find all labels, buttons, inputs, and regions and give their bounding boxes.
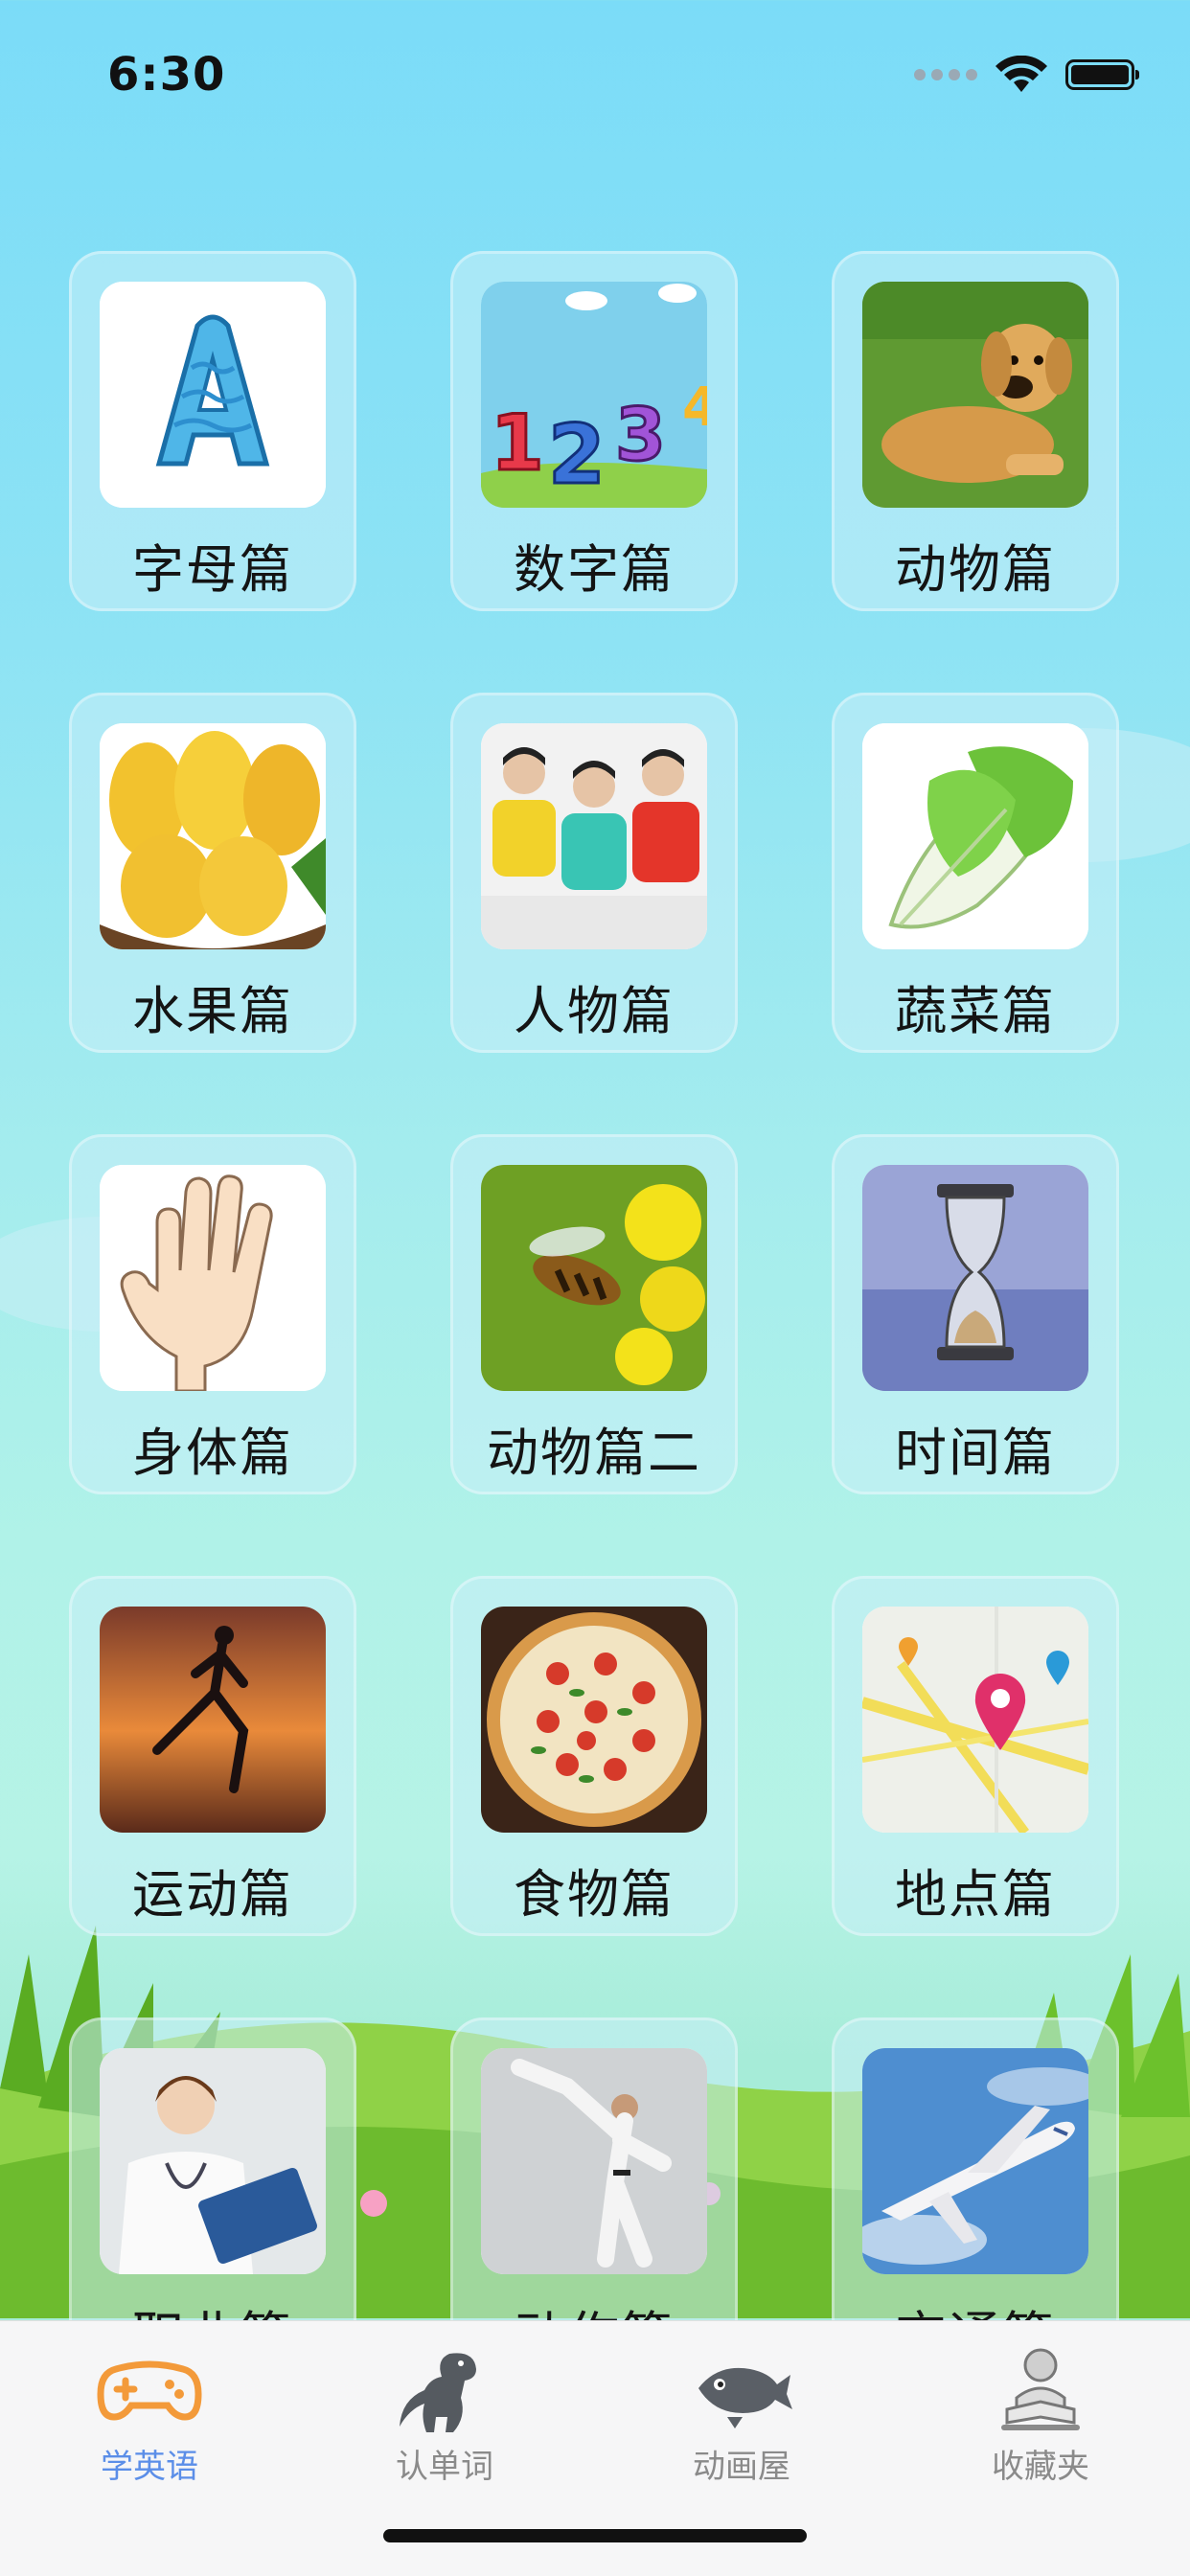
category-label: 运动篇 <box>132 1864 293 1925</box>
map-pin-icon <box>862 1607 1088 1833</box>
category-label: 水果篇 <box>132 981 293 1041</box>
category-label: 动物篇 <box>895 539 1056 600</box>
mango-icon <box>100 723 326 949</box>
bee-icon <box>481 1165 707 1391</box>
svg-text:4: 4 <box>682 376 707 439</box>
category-card-letters[interactable]: 字母篇 <box>69 251 356 611</box>
people-icon <box>481 723 707 949</box>
tab-favorites[interactable]: 收藏夹 <box>945 2340 1136 2487</box>
category-grid: 字母篇 1 2 3 4 数字篇 动物篇 水果篇 人物篇 蔬菜篇 身体篇 动物篇二… <box>69 251 1123 2378</box>
category-card-fruit[interactable]: 水果篇 <box>69 693 356 1053</box>
tab-label: 学英语 <box>101 2448 198 2486</box>
numbers-icon: 1 2 3 4 <box>481 282 707 508</box>
category-label: 身体篇 <box>132 1423 293 1483</box>
category-label: 蔬菜篇 <box>895 981 1056 1041</box>
svg-text:3: 3 <box>615 392 666 477</box>
category-card-numbers[interactable]: 1 2 3 4 数字篇 <box>450 251 738 611</box>
dinosaur-icon <box>400 2353 476 2432</box>
gamepad-icon <box>97 2360 202 2421</box>
svg-text:2: 2 <box>548 407 606 503</box>
category-card-animals-2[interactable]: 动物篇二 <box>450 1134 738 1494</box>
category-label: 时间篇 <box>895 1423 1056 1483</box>
category-label: 地点篇 <box>895 1864 1056 1925</box>
tab-label: 认单词 <box>396 2448 493 2486</box>
category-label: 动物篇二 <box>487 1423 701 1483</box>
dog-icon <box>862 282 1088 508</box>
wifi-icon <box>995 56 1047 92</box>
battery-icon <box>1065 59 1139 90</box>
karate-icon <box>481 2048 707 2274</box>
category-label: 食物篇 <box>514 1864 675 1925</box>
category-card-people[interactable]: 人物篇 <box>450 693 738 1053</box>
category-card-vegetables[interactable]: 蔬菜篇 <box>832 693 1119 1053</box>
category-card-sports[interactable]: 运动篇 <box>69 1576 356 1936</box>
hand-icon <box>100 1165 326 1391</box>
category-label: 人物篇 <box>514 981 675 1041</box>
reading-baby-icon <box>1001 2348 1080 2430</box>
tab-label: 动画屋 <box>693 2448 790 2486</box>
home-indicator[interactable] <box>383 2529 807 2542</box>
runner-icon <box>100 1607 326 1833</box>
category-card-food[interactable]: 食物篇 <box>450 1576 738 1936</box>
category-label: 数字篇 <box>514 539 675 600</box>
category-card-animals[interactable]: 动物篇 <box>832 251 1119 611</box>
tab-learn-words[interactable]: 认单词 <box>349 2340 540 2487</box>
tab-cartoons[interactable]: 动画屋 <box>646 2340 837 2487</box>
category-card-time[interactable]: 时间篇 <box>832 1134 1119 1494</box>
tab-label: 收藏夹 <box>992 2448 1089 2486</box>
fish-icon <box>698 2367 792 2428</box>
hourglass-icon <box>862 1165 1088 1391</box>
tab-learn-english[interactable]: 学英语 <box>54 2340 245 2487</box>
svg-text:1: 1 <box>491 399 544 488</box>
status-bar: 6:30 <box>0 0 1190 144</box>
status-time: 6:30 <box>107 48 226 102</box>
letter-a-icon <box>100 282 326 508</box>
airplane-icon <box>862 2048 1088 2274</box>
doctor-icon <box>100 2048 326 2274</box>
category-card-body[interactable]: 身体篇 <box>69 1134 356 1494</box>
cellular-signal-icon <box>914 69 977 80</box>
category-card-places[interactable]: 地点篇 <box>832 1576 1119 1936</box>
status-icons <box>914 56 1139 94</box>
cabbage-icon <box>862 723 1088 949</box>
category-label: 字母篇 <box>132 539 293 600</box>
pizza-icon <box>481 1607 707 1833</box>
